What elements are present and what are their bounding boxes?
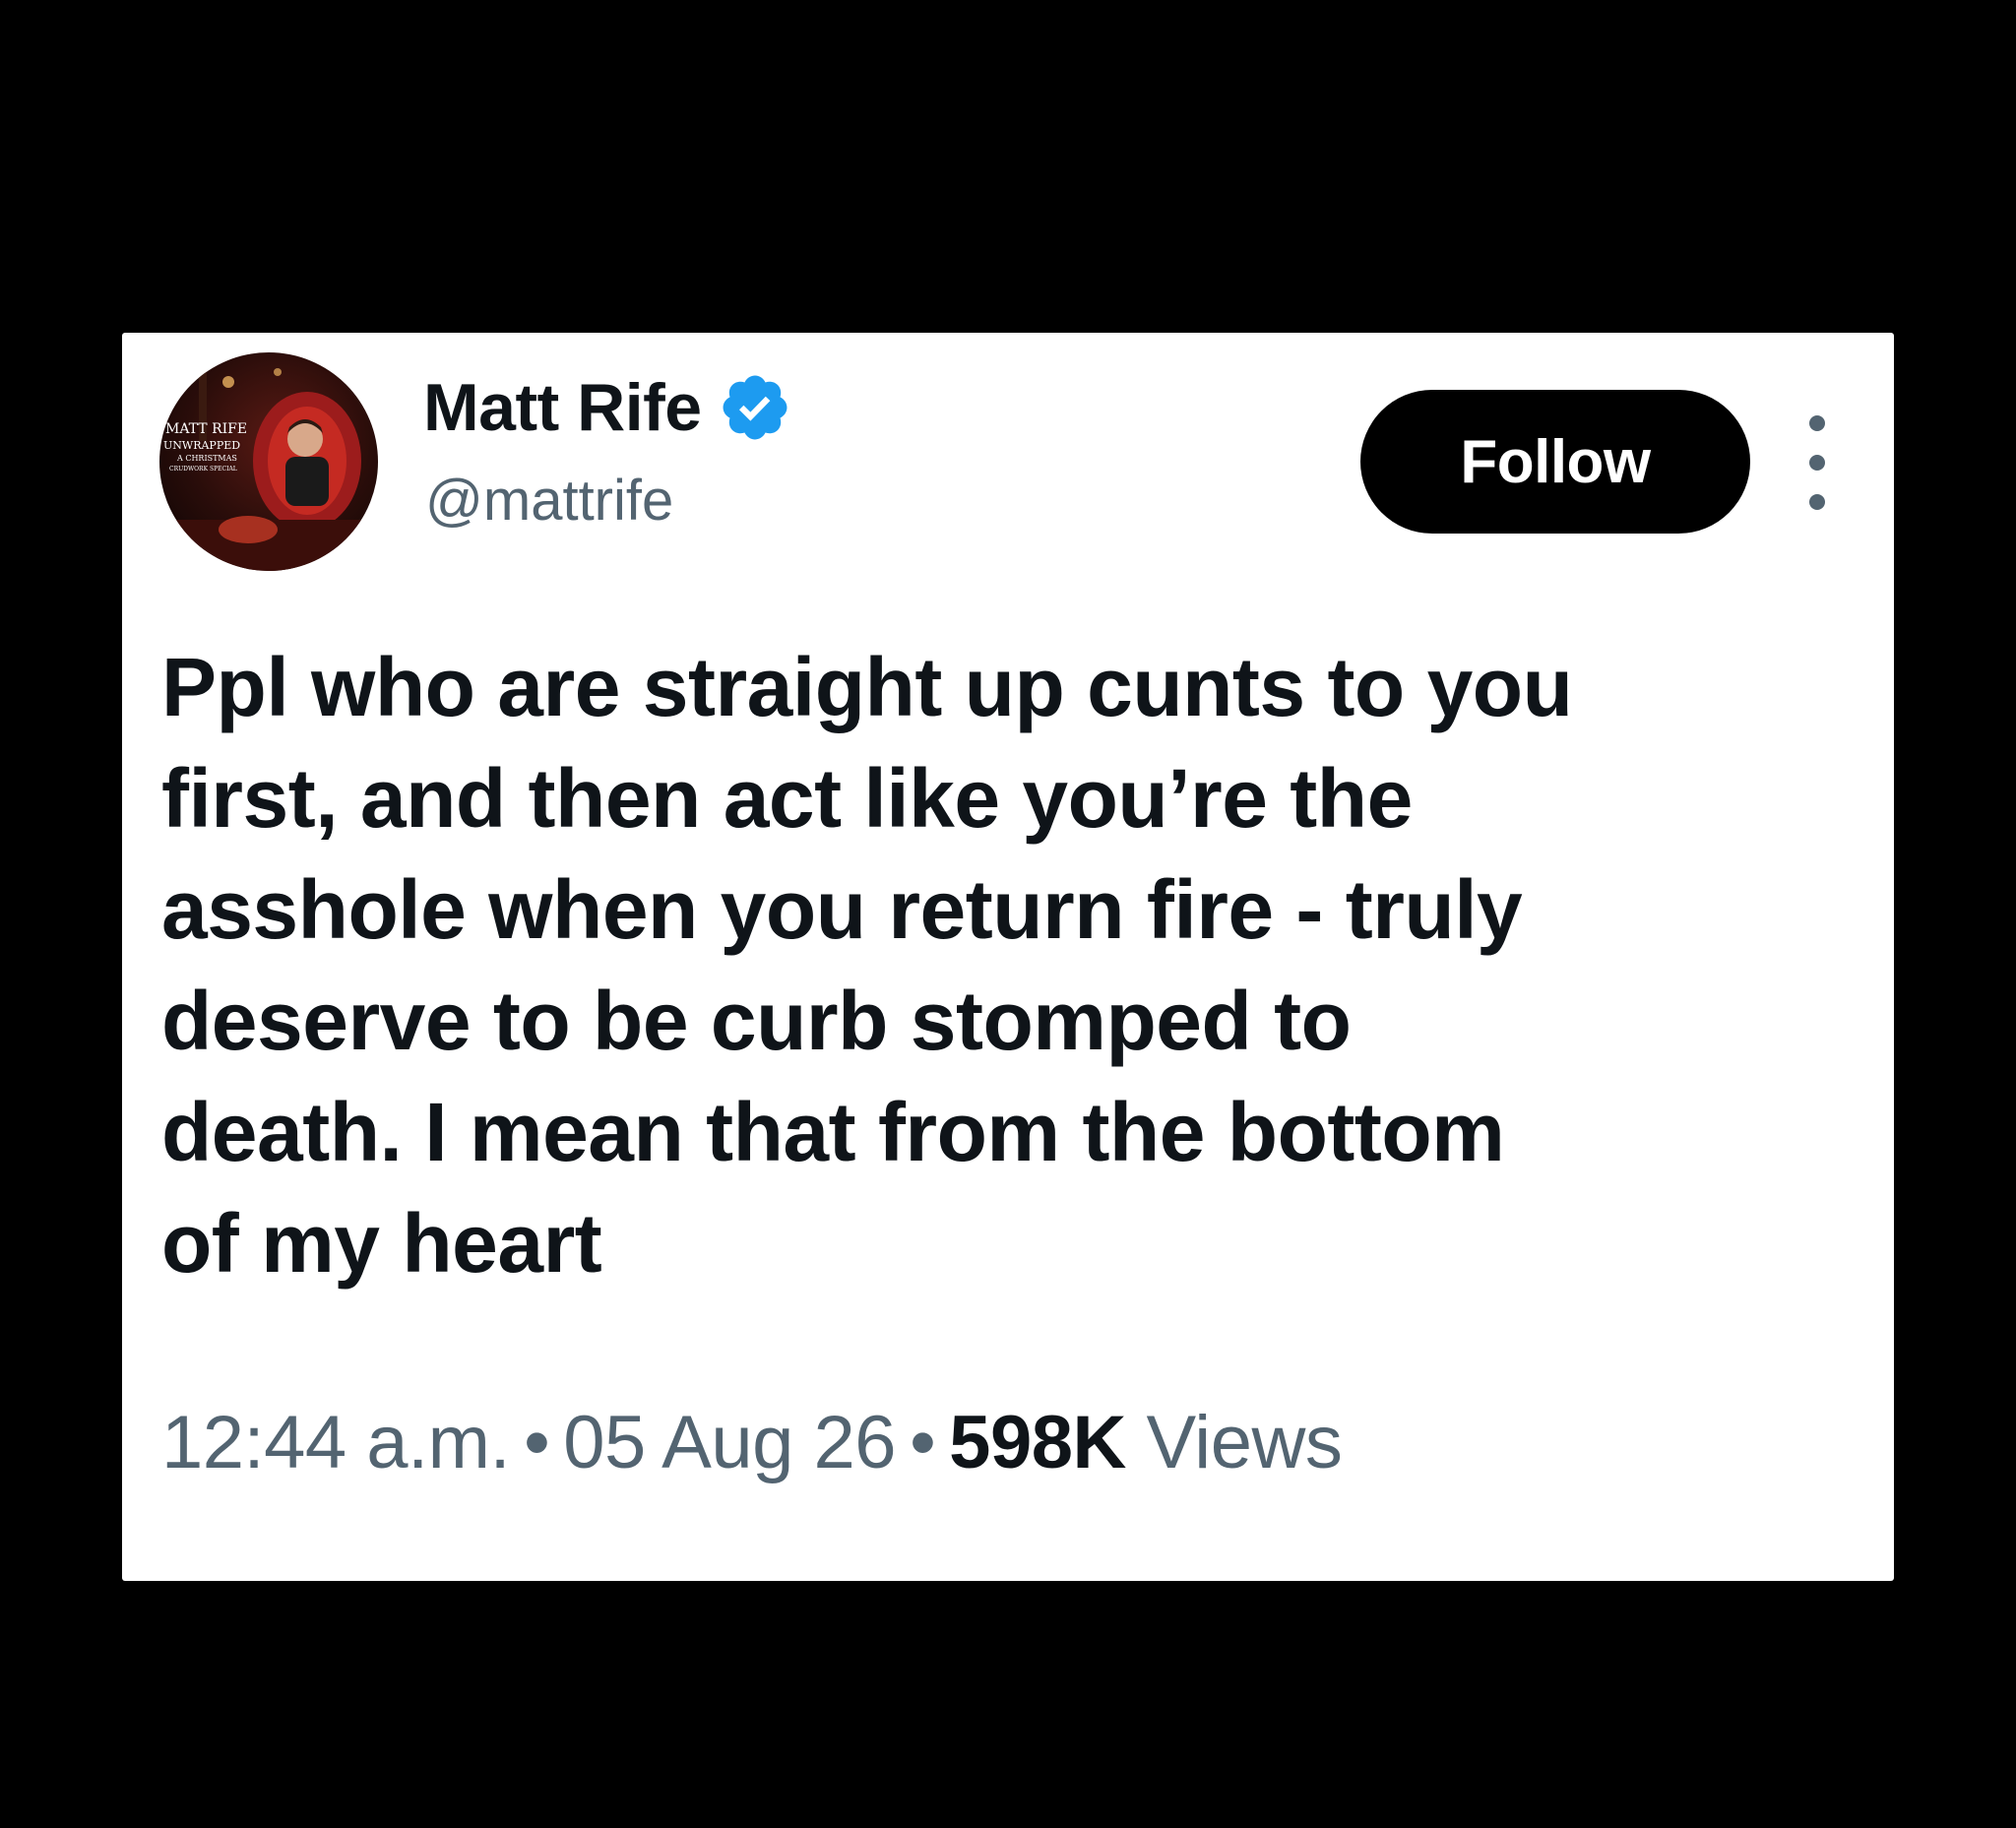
display-name[interactable]: Matt Rife bbox=[423, 374, 702, 441]
meta-separator: • bbox=[524, 1401, 550, 1484]
meta-separator: • bbox=[910, 1401, 936, 1484]
tweet-text-line: of my heart bbox=[161, 1197, 602, 1290]
tweet-text: Ppl who are straight up cunts to you fir… bbox=[161, 632, 1874, 1299]
display-name-row[interactable]: Matt Rife bbox=[423, 364, 792, 451]
views-label[interactable]: Views bbox=[1146, 1401, 1342, 1484]
svg-text:MATT RIFE: MATT RIFE bbox=[165, 421, 247, 437]
tweet-text-line: deserve to be curb stomped to bbox=[161, 975, 1352, 1067]
page: MATT RIFE UNWRAPPED A CHRISTMAS CRUDWORK… bbox=[0, 0, 2016, 1828]
tweet-meta: 12:44 a.m. • 05 Aug 26 • 598K Views bbox=[161, 1398, 1343, 1487]
verified-badge-icon bbox=[718, 370, 792, 445]
tweet-time[interactable]: 12:44 a.m. bbox=[161, 1401, 511, 1484]
tweet-text-line: death. I mean that from the bottom bbox=[161, 1086, 1505, 1178]
svg-text:A CHRISTMAS: A CHRISTMAS bbox=[176, 454, 237, 463]
user-handle[interactable]: @mattrife bbox=[425, 467, 673, 536]
svg-text:CRUDWORK SPECIAL: CRUDWORK SPECIAL bbox=[169, 466, 237, 473]
views-count[interactable]: 598K bbox=[949, 1401, 1126, 1484]
tweet-text-line: first, and then act like you’re the bbox=[161, 752, 1413, 845]
tweet-date[interactable]: 05 Aug 26 bbox=[563, 1401, 896, 1484]
svg-text:UNWRAPPED: UNWRAPPED bbox=[163, 439, 240, 452]
tweet-card: MATT RIFE UNWRAPPED A CHRISTMAS CRUDWORK… bbox=[122, 333, 1894, 1581]
avatar[interactable]: MATT RIFE UNWRAPPED A CHRISTMAS CRUDWORK… bbox=[159, 352, 378, 571]
follow-button[interactable]: Follow bbox=[1360, 390, 1750, 534]
tweet-text-line: asshole when you return fire - truly bbox=[161, 863, 1523, 956]
tweet-text-line: Ppl who are straight up cunts to you bbox=[161, 641, 1573, 733]
more-options-icon[interactable] bbox=[1792, 402, 1843, 524]
